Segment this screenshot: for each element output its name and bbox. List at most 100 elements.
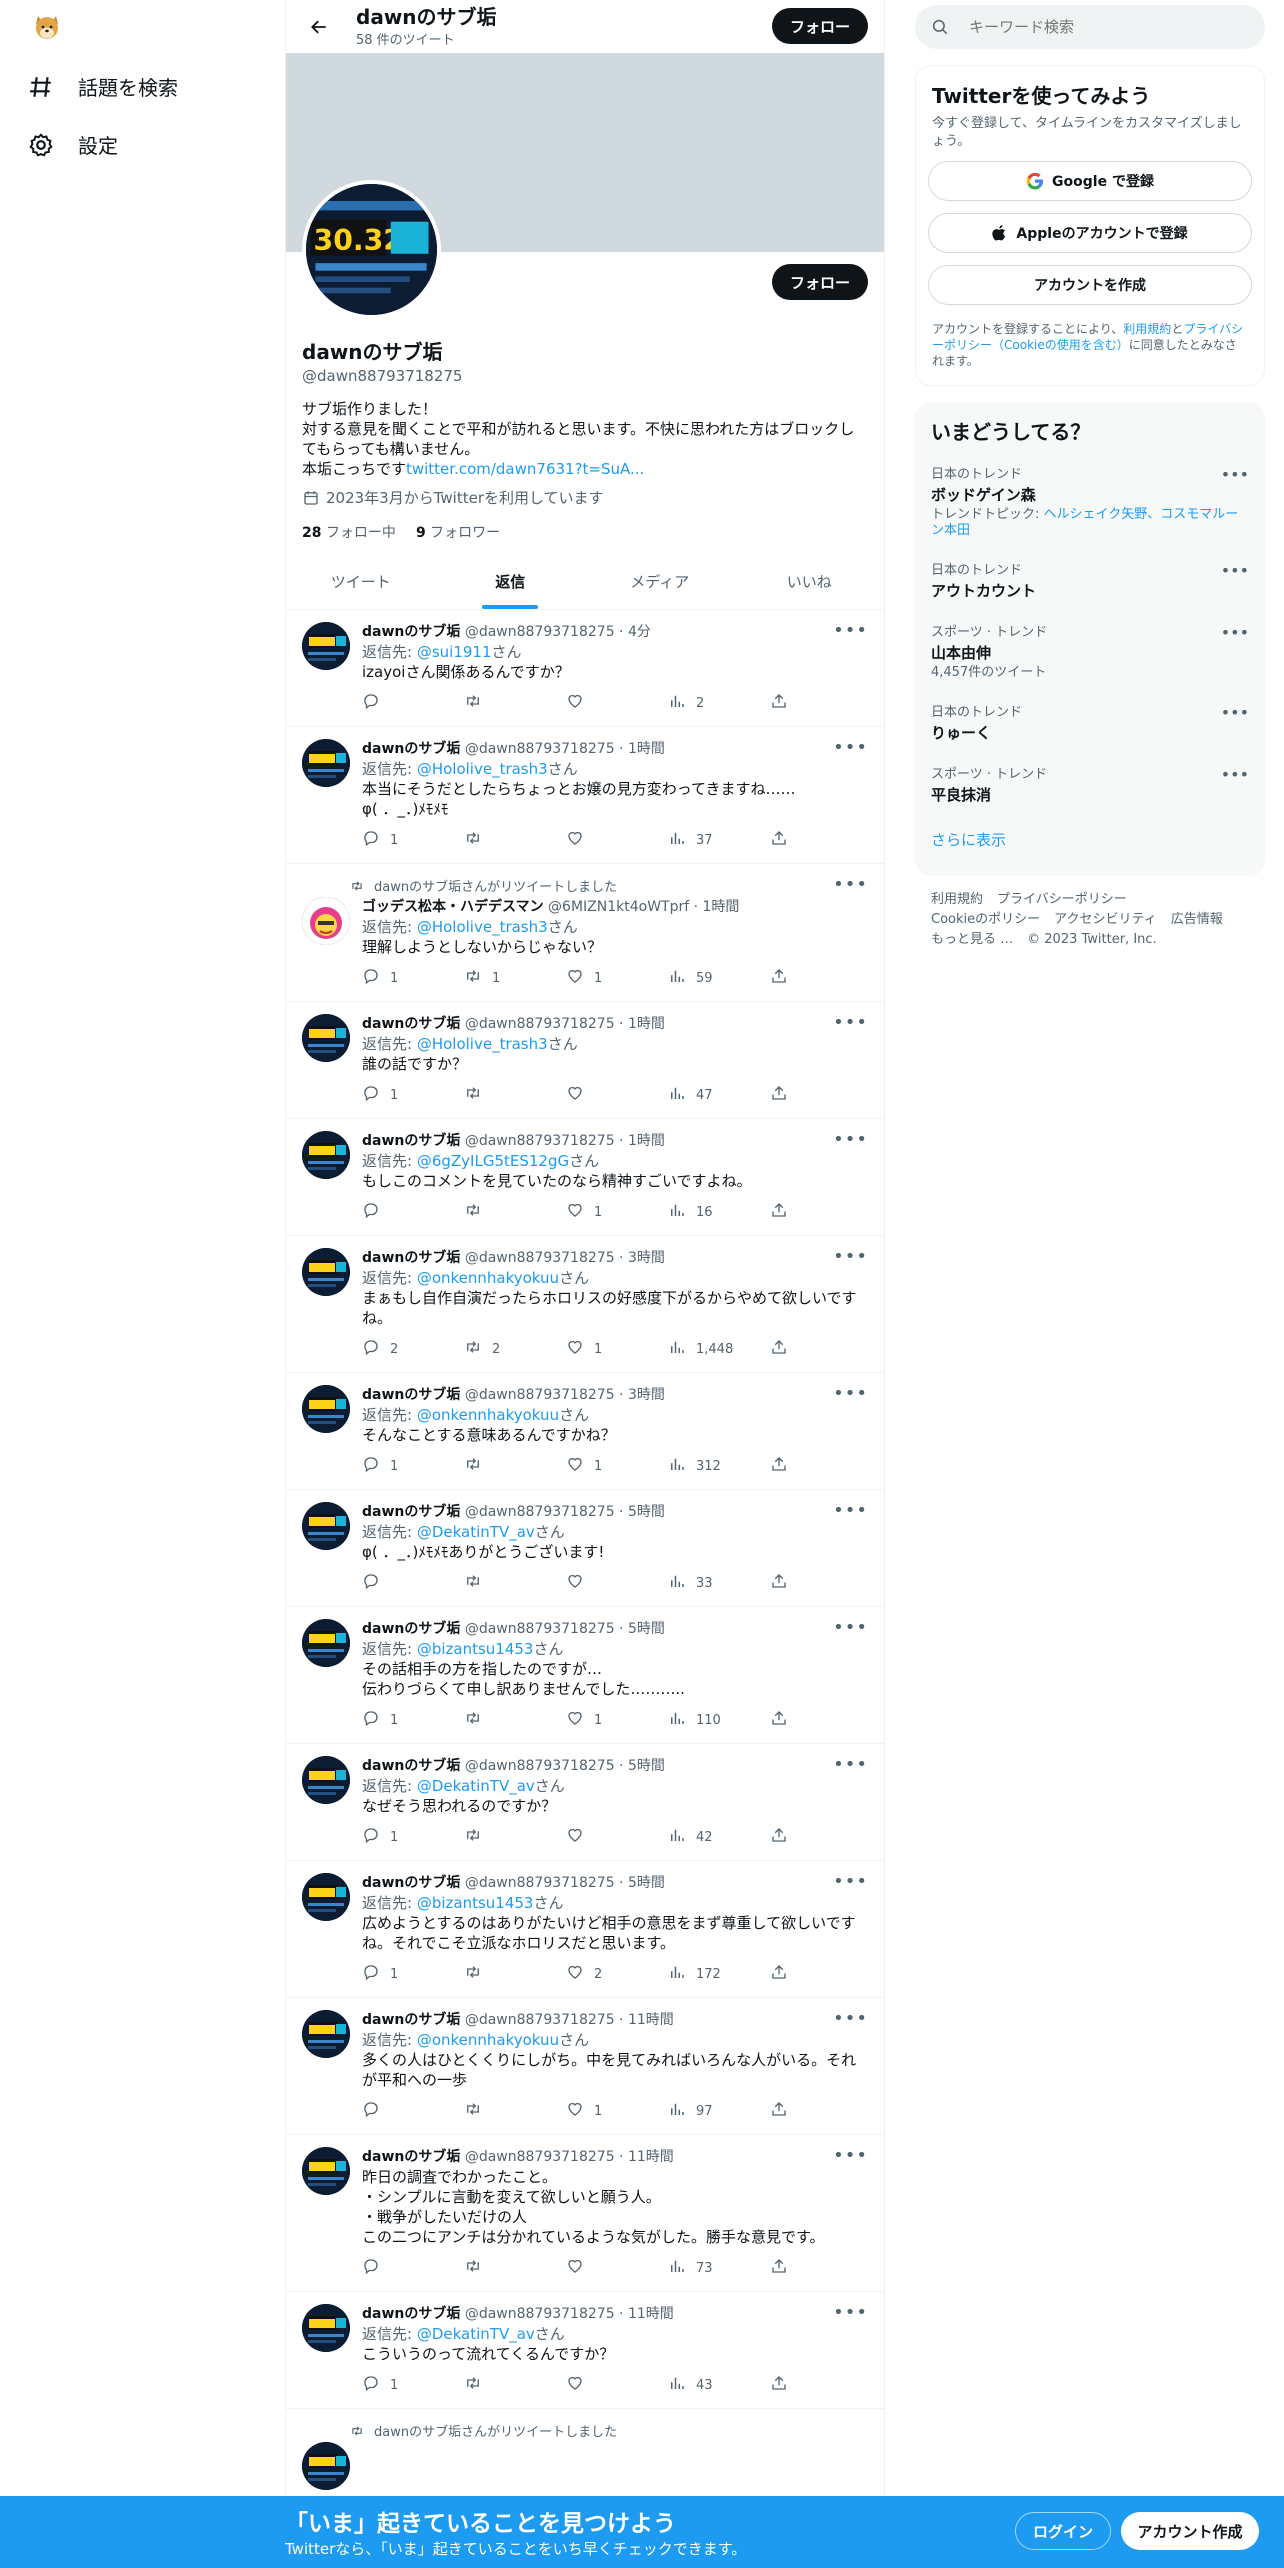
retweet-button[interactable] xyxy=(464,1963,566,1985)
tweet-avatar[interactable] xyxy=(302,897,350,945)
apple-signup-button[interactable]: Appleのアカウントで登録 xyxy=(928,213,1252,253)
retweet-button[interactable] xyxy=(464,1201,566,1223)
reply-button[interactable]: 1 xyxy=(362,967,464,989)
share-button[interactable] xyxy=(770,1338,810,1360)
trend-more-icon[interactable]: ••• xyxy=(1221,765,1249,784)
tweet-author-name[interactable]: dawnのサブ垢 xyxy=(362,1504,460,1520)
reply-button[interactable]: 2 xyxy=(362,1338,464,1360)
tweet[interactable]: dawnのサブ垢さんがリツイートしました ゴッデス松本・ハデデスマン @6MIZN… xyxy=(286,864,884,1002)
views-button[interactable]: 73 xyxy=(668,2257,770,2279)
views-button[interactable]: 33 xyxy=(668,1572,770,1594)
share-button[interactable] xyxy=(770,1201,810,1223)
trend-more-icon[interactable]: ••• xyxy=(1221,703,1249,722)
tweet-handle-time[interactable]: @dawn88793718275 · 11時間 xyxy=(465,2012,674,2028)
tweet-handle-time[interactable]: @dawn88793718275 · 1時間 xyxy=(465,741,665,757)
retweet-button[interactable] xyxy=(464,1455,566,1477)
header-follow-button[interactable]: フォロー xyxy=(771,8,868,44)
reply-button[interactable]: 1 xyxy=(362,1963,464,1985)
tweet[interactable]: dawnのサブ垢 @dawn88793718275 · 5時間 返信先: @Dek… xyxy=(286,1744,884,1861)
retweet-button[interactable] xyxy=(464,1826,566,1848)
tweet[interactable]: dawnのサブ垢 @dawn88793718275 · 5時間 返信先: @biz… xyxy=(286,1861,884,1998)
reply-button[interactable] xyxy=(362,1572,464,1594)
signup-button[interactable]: アカウント作成 xyxy=(1121,2512,1259,2550)
like-button[interactable] xyxy=(566,1826,668,1848)
trend-item[interactable]: 日本のトレンド ボッドゲイン森 トレンドトピック: ヘルシェイク矢野、コスモマルーン… xyxy=(915,453,1265,549)
tweet-avatar[interactable] xyxy=(302,1619,350,1667)
more-options-icon[interactable]: ••• xyxy=(833,1012,868,1033)
back-arrow-icon[interactable] xyxy=(302,10,336,44)
more-options-icon[interactable]: ••• xyxy=(833,1129,868,1150)
tab-tweets[interactable]: ツイート xyxy=(286,554,436,609)
tab-replies[interactable]: 返信 xyxy=(436,554,586,609)
like-button[interactable] xyxy=(566,2374,668,2396)
tweet[interactable]: dawnのサブ垢 @dawn88793718275 · 5時間 返信先: @Dek… xyxy=(286,1490,884,1607)
tweet-author-name[interactable]: dawnのサブ垢 xyxy=(362,2012,460,2028)
like-button[interactable] xyxy=(566,1084,668,1106)
views-button[interactable]: 172 xyxy=(668,1963,770,1985)
tweet-avatar[interactable] xyxy=(302,2442,350,2490)
create-account-button[interactable]: アカウントを作成 xyxy=(928,265,1252,305)
reply-to-handle[interactable]: @onkennhakyokuu xyxy=(417,1269,559,1287)
tweet-author-name[interactable]: dawnのサブ垢 xyxy=(362,1250,460,1266)
share-button[interactable] xyxy=(770,1826,810,1848)
views-button[interactable]: 1,448 xyxy=(668,1338,770,1360)
share-button[interactable] xyxy=(770,1709,810,1731)
tweet-handle-time[interactable]: @dawn88793718275 · 11時間 xyxy=(465,2306,674,2322)
like-button[interactable]: 1 xyxy=(566,1455,668,1477)
retweet-button[interactable] xyxy=(464,2100,566,2122)
reply-button[interactable]: 1 xyxy=(362,1084,464,1106)
tweet-avatar[interactable] xyxy=(302,1385,350,1433)
tweet[interactable]: dawnのサブ垢 @dawn88793718275 · 11時間 昨日の調査でわか… xyxy=(286,2135,884,2292)
shiba-logo-icon[interactable] xyxy=(30,10,64,44)
tweet-handle-time[interactable]: @6MIZN1kt4oWTprf · 1時間 xyxy=(548,899,739,915)
tweet[interactable]: dawnのサブ垢 @dawn88793718275 · 1時間 返信先: @Hol… xyxy=(286,727,884,864)
like-button[interactable]: 2 xyxy=(566,1963,668,1985)
like-button[interactable]: 1 xyxy=(566,1201,668,1223)
trends-show-more[interactable]: さらに表示 xyxy=(915,815,1265,864)
reply-to-handle[interactable]: @onkennhakyokuu xyxy=(417,2031,559,2049)
tweet[interactable]: dawnのサブ垢 @dawn88793718275 · 1時間 返信先: @6gZ… xyxy=(286,1119,884,1236)
tweet-handle-time[interactable]: @dawn88793718275 · 3時間 xyxy=(465,1387,665,1403)
tab-media[interactable]: メディア xyxy=(585,554,735,609)
share-button[interactable] xyxy=(770,1572,810,1594)
share-button[interactable] xyxy=(770,1084,810,1106)
reply-button[interactable] xyxy=(362,692,464,714)
reply-button[interactable]: 1 xyxy=(362,1455,464,1477)
footer-more[interactable]: もっと見る … xyxy=(931,932,1013,947)
footer-privacy[interactable]: プライバシーポリシー xyxy=(997,892,1127,907)
reply-to-handle[interactable]: @DekatinTV_av xyxy=(417,2325,535,2343)
reply-to-handle[interactable]: @DekatinTV_av xyxy=(417,1777,535,1795)
retweet-button[interactable] xyxy=(464,692,566,714)
like-button[interactable]: 1 xyxy=(566,967,668,989)
views-button[interactable]: 37 xyxy=(668,829,770,851)
retweet-button[interactable] xyxy=(464,2374,566,2396)
tweet-author-name[interactable]: dawnのサブ垢 xyxy=(362,1875,460,1891)
tweet-avatar[interactable] xyxy=(302,622,350,670)
reply-to-handle[interactable]: @Hololive_trash3 xyxy=(417,760,548,778)
reply-to-handle[interactable]: @bizantsu1453 xyxy=(417,1894,534,1912)
retweet-button[interactable]: 1 xyxy=(464,967,566,989)
tweet-avatar[interactable] xyxy=(302,2304,350,2352)
tweet-author-name[interactable]: dawnのサブ垢 xyxy=(362,2306,460,2322)
views-button[interactable]: 16 xyxy=(668,1201,770,1223)
tweet-handle-time[interactable]: @dawn88793718275 · 5時間 xyxy=(465,1875,665,1891)
share-button[interactable] xyxy=(770,2374,810,2396)
tweet-avatar[interactable] xyxy=(302,2010,350,2058)
tweet-avatar[interactable] xyxy=(302,1756,350,1804)
tweet[interactable]: dawnのサブ垢さんがリツイートしました xyxy=(286,2409,884,2503)
reply-button[interactable]: 1 xyxy=(362,1709,464,1731)
reply-to-handle[interactable]: @bizantsu1453 xyxy=(417,1640,534,1658)
retweet-button[interactable] xyxy=(464,1709,566,1731)
footer-ads[interactable]: 広告情報 xyxy=(1171,912,1223,927)
profile-follow-button[interactable]: フォロー xyxy=(771,264,868,300)
reply-to-handle[interactable]: @sui1911 xyxy=(417,643,492,661)
tweet[interactable]: dawnのサブ垢 @dawn88793718275 · 11時間 返信先: @De… xyxy=(286,2292,884,2409)
trend-item[interactable]: 日本のトレンド りゅーく ••• xyxy=(915,691,1265,753)
tweet-author-name[interactable]: dawnのサブ垢 xyxy=(362,1016,460,1032)
tweet-author-name[interactable]: dawnのサブ垢 xyxy=(362,1387,460,1403)
tweet-handle-time[interactable]: @dawn88793718275 · 1時間 xyxy=(465,1133,665,1149)
retweet-button[interactable] xyxy=(464,1572,566,1594)
reply-to-handle[interactable]: @DekatinTV_av xyxy=(417,1523,535,1541)
bio-link[interactable]: twitter.com/dawn7631?t=SuA... xyxy=(406,460,644,478)
tweet[interactable]: dawnのサブ垢 @dawn88793718275 · 4分 返信先: @sui1… xyxy=(286,610,884,727)
